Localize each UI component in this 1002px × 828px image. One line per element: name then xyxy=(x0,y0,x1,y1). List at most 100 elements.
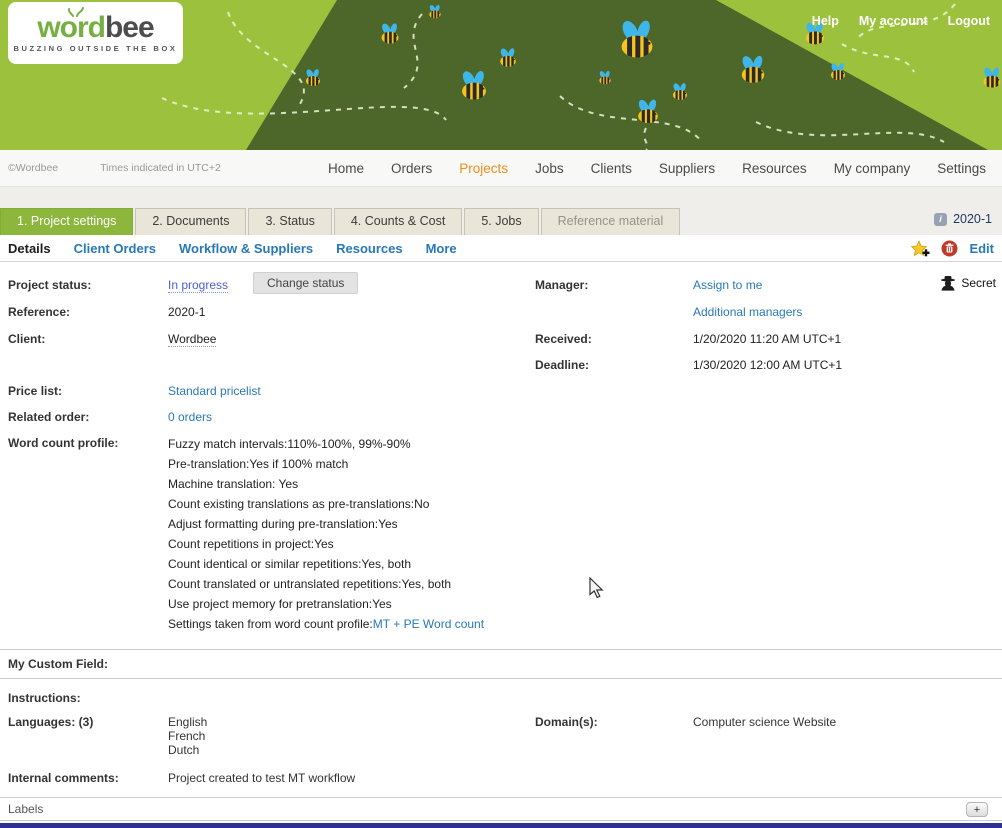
edit-button[interactable]: Edit xyxy=(969,241,994,256)
favorite-add-icon[interactable] xyxy=(911,240,930,257)
custom-field-label: My Custom Field: xyxy=(8,657,108,671)
info-icon[interactable]: i xyxy=(934,213,947,226)
project-tab[interactable]: 2. Documents xyxy=(135,208,246,235)
secret-toggle[interactable]: Secret xyxy=(940,275,996,291)
word-count-line-text: Count repetitions in project:Yes xyxy=(168,537,334,551)
project-ref: 2020-1 xyxy=(953,212,992,226)
project-tab[interactable]: 4. Counts & Cost xyxy=(334,208,463,235)
project-tab[interactable]: 3. Status xyxy=(248,208,331,235)
subnav-item[interactable]: Client Orders xyxy=(74,241,156,256)
price-list-link[interactable]: Standard pricelist xyxy=(168,384,261,398)
details-subnav: Details Client Orders Workflow & Suppliers… xyxy=(0,235,1002,262)
word-count-profile-link[interactable]: MT + PE Word count xyxy=(373,617,484,631)
word-count-line-text: Adjust formatting during pre-translation… xyxy=(168,517,398,531)
delete-icon[interactable] xyxy=(941,240,958,257)
subnav-item[interactable]: Workflow & Suppliers xyxy=(179,241,313,256)
wordbee-logo[interactable]: wordbee BUZZING OUTSIDE THE BOX xyxy=(8,2,183,64)
subnav-item[interactable]: Details xyxy=(8,241,51,256)
word-count-line-text: Count translated or untranslated repetit… xyxy=(168,577,451,591)
word-count-line-text: Fuzzy match intervals:110%-100%, 99%-90% xyxy=(168,437,411,451)
internal-comments-label: Internal comments: xyxy=(8,771,119,785)
reference-value: 2020-1 xyxy=(168,305,205,319)
account-link[interactable]: Help xyxy=(812,14,839,28)
related-order-label: Related order: xyxy=(8,410,89,424)
nav-item[interactable]: My company xyxy=(834,161,911,176)
deadline-label: Deadline: xyxy=(535,358,589,372)
header-banner: wordbee BUZZING OUTSIDE THE BOX Help My a… xyxy=(0,0,1002,150)
nav-item[interactable]: Jobs xyxy=(535,161,564,176)
mouse-cursor xyxy=(588,577,604,599)
received-label: Received: xyxy=(535,332,592,346)
client-value[interactable]: Wordbee xyxy=(168,332,216,347)
word-count-line: Use project memory for pretranslation:Ye… xyxy=(168,594,484,614)
subnav-item[interactable]: Resources xyxy=(336,241,402,256)
instructions-label: Instructions: xyxy=(8,691,81,705)
subnav-item[interactable]: More xyxy=(426,241,457,256)
word-count-profile-label: Word count profile: xyxy=(8,436,118,450)
project-tab[interactable]: 5. Jobs xyxy=(464,208,538,235)
secret-label: Secret xyxy=(961,276,996,290)
account-link[interactable]: Logout xyxy=(948,14,990,28)
related-order-link[interactable]: 0 orders xyxy=(168,410,212,424)
timezone-note: Times indicated in UTC+2 xyxy=(100,162,221,174)
word-count-line-text: Count existing translations as pre-trans… xyxy=(168,497,429,511)
nav-item[interactable]: Home xyxy=(328,161,364,176)
language-item: English xyxy=(168,715,207,729)
word-count-line-text: Pre-translation:Yes if 100% match xyxy=(168,457,348,471)
nav-item[interactable]: Orders xyxy=(391,161,432,176)
instructions-section: Instructions: xyxy=(0,679,1002,709)
word-count-line-text: Count identical or similar repetitions:Y… xyxy=(168,557,411,571)
nav-item[interactable]: Suppliers xyxy=(659,161,715,176)
copyright-text: ©Wordbee xyxy=(8,162,58,174)
word-count-line: Count existing translations as pre-trans… xyxy=(168,494,484,514)
project-tabstrip: 1. Project settings2. Documents3. Status… xyxy=(0,187,1002,235)
main-navbar: ©Wordbee Times indicated in UTC+2 Home Or… xyxy=(0,150,1002,187)
assign-to-me-link[interactable]: Assign to me xyxy=(693,278,762,292)
subnav-items: Details Client Orders Workflow & Suppliers… xyxy=(8,241,457,256)
logo-text: wordbee xyxy=(37,14,153,42)
labels-title: Labels xyxy=(8,802,43,816)
project-details: Project status: In progress Change statu… xyxy=(0,262,1002,649)
word-count-profile-lines: Fuzzy match intervals:110%-100%, 99%-90%… xyxy=(168,434,484,634)
account-links: Help My account Logout xyxy=(792,14,990,28)
nav-item[interactable]: Clients xyxy=(591,161,632,176)
word-count-line: Count repetitions in project:Yes xyxy=(168,534,484,554)
word-count-line-text: Use project memory for pretranslation:Ye… xyxy=(168,597,392,611)
word-count-line: Settings taken from word count profile:M… xyxy=(168,614,484,634)
reference-label: Reference: xyxy=(8,305,70,319)
nav-item[interactable]: Resources xyxy=(742,161,807,176)
logo-antennae xyxy=(68,7,86,17)
languages-label: Languages: (3) xyxy=(8,715,93,729)
tabs: 1. Project settings2. Documents3. Status… xyxy=(0,208,682,235)
deadline-value: 1/30/2020 12:00 AM UTC+1 xyxy=(693,358,842,372)
word-count-line: Pre-translation:Yes if 100% match xyxy=(168,454,484,474)
labels-bar: Labels + xyxy=(0,797,1002,821)
project-status-label: Project status: xyxy=(8,278,91,292)
languages-domains-row: Languages: (3) EnglishFrenchDutch Domain… xyxy=(0,709,1002,765)
project-tab[interactable]: 1. Project settings xyxy=(0,208,133,235)
word-count-line: Adjust formatting during pre-translation… xyxy=(168,514,484,534)
manager-label: Manager: xyxy=(535,278,588,292)
price-list-label: Price list: xyxy=(8,384,62,398)
spy-icon xyxy=(940,275,956,291)
domains-label: Domain(s): xyxy=(535,715,598,729)
internal-comments-row: Internal comments: Project created to te… xyxy=(0,765,1002,797)
client-label: Client: xyxy=(8,332,45,346)
received-value: 1/20/2020 11:20 AM UTC+1 xyxy=(693,332,841,346)
project-status-value[interactable]: In progress xyxy=(168,278,228,293)
nav-item[interactable]: Projects xyxy=(459,161,508,176)
change-status-button[interactable]: Change status xyxy=(253,272,358,294)
account-link[interactable]: My account xyxy=(859,14,928,28)
additional-managers-link[interactable]: Additional managers xyxy=(693,305,802,319)
language-item: French xyxy=(168,729,207,743)
subnav-actions: Edit xyxy=(911,235,994,261)
language-item: Dutch xyxy=(168,743,207,757)
internal-comments-value: Project created to test MT workflow xyxy=(168,771,355,785)
nav-items: Home Orders Projects Jobs Clients Suppliers Re… xyxy=(328,161,1002,176)
nav-item[interactable]: Settings xyxy=(937,161,986,176)
project-tab[interactable]: Reference material xyxy=(541,208,681,235)
add-label-button[interactable]: + xyxy=(966,802,988,817)
domains-value: Computer science Website xyxy=(693,715,836,729)
word-count-line-text: Settings taken from word count profile: xyxy=(168,617,373,631)
word-count-line: Count translated or untranslated repetit… xyxy=(168,574,484,594)
